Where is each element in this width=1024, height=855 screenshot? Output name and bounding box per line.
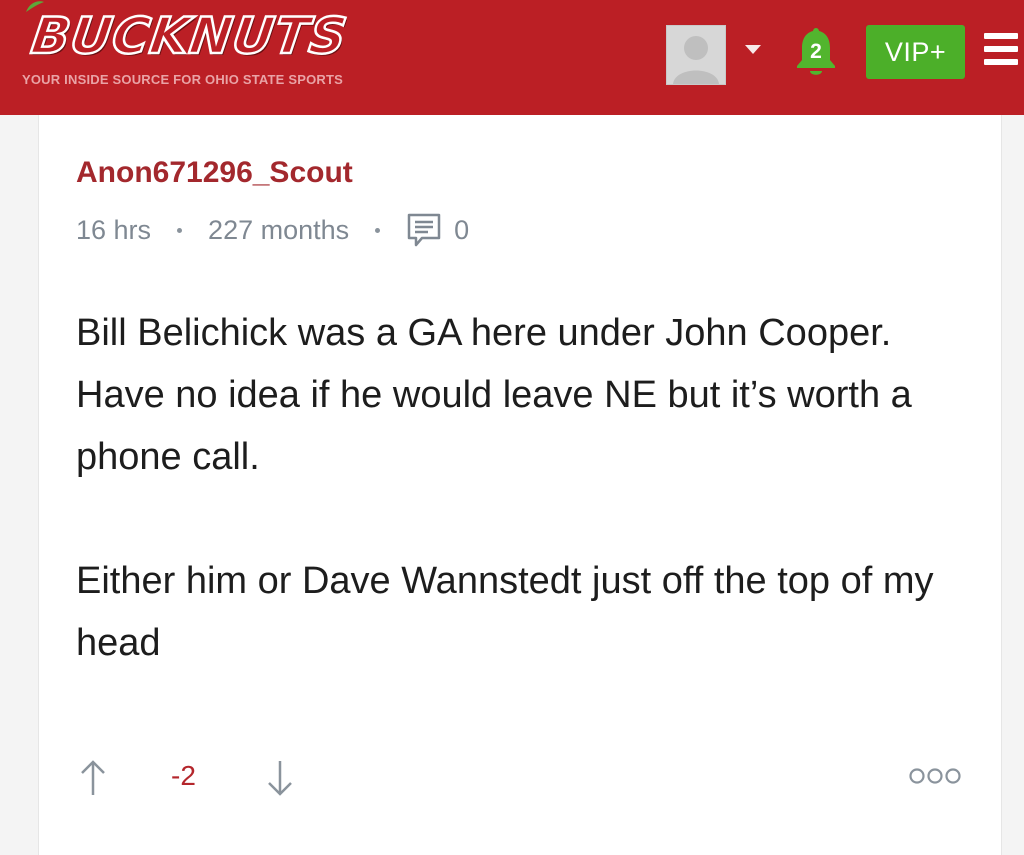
arrow-down-icon[interactable] <box>265 758 295 798</box>
notification-count: 2 <box>810 40 822 63</box>
site-logo[interactable]: BUCKNUTS <box>27 6 352 67</box>
post-body: Bill Belichick was a GA here under John … <box>76 302 976 736</box>
post-paragraph: Either him or Dave Wannstedt just off th… <box>76 560 934 664</box>
menu-icon[interactable] <box>984 33 1018 67</box>
meta-separator <box>375 227 381 233</box>
post-author[interactable]: Anon671296_Scout <box>76 156 353 190</box>
arrow-up-icon[interactable] <box>78 758 108 798</box>
more-icon[interactable] <box>908 766 962 786</box>
post-paragraph: Bill Belichick was a GA here under John … <box>76 312 912 478</box>
meta-separator <box>177 227 183 233</box>
user-avatar[interactable] <box>666 25 726 85</box>
post-time: 16 hrs <box>76 214 152 245</box>
menu-bar <box>984 33 1018 39</box>
caret-down-icon[interactable] <box>745 45 761 54</box>
vip-button[interactable]: VIP+ <box>866 25 965 79</box>
member-age: 227 months <box>208 214 350 245</box>
site-tagline: YOUR INSIDE SOURCE FOR OHIO STATE SPORTS <box>22 72 343 87</box>
menu-bar <box>984 59 1018 65</box>
vote-score: -2 <box>171 760 196 791</box>
reply-count: 0 <box>454 214 470 245</box>
post-meta: 16 hrs 227 months 0 <box>76 212 469 248</box>
comment-icon[interactable] <box>406 212 442 248</box>
menu-bar <box>984 46 1018 52</box>
avatar-placeholder-icon <box>673 36 719 84</box>
site-header: BUCKNUTS YOUR INSIDE SOURCE FOR OHIO STA… <box>0 0 1024 115</box>
